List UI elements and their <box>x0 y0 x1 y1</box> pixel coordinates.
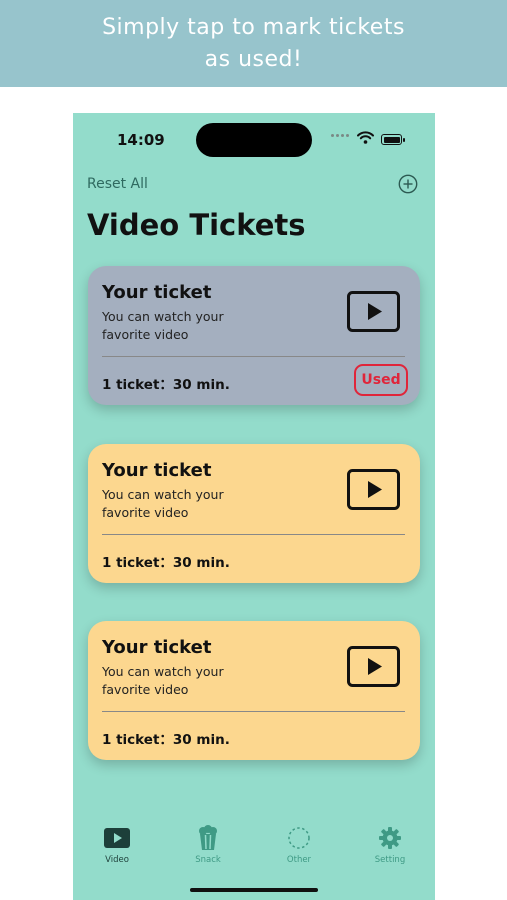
ticket-description: You can watch your favorite video <box>102 664 224 697</box>
ticket-info: 1 ticket：30 min. <box>102 732 230 748</box>
tab-snack[interactable]: Snack <box>173 825 243 865</box>
tab-label: Video <box>105 855 129 865</box>
dynamic-island <box>196 123 312 157</box>
banner-line-2: as used! <box>204 46 303 72</box>
video-icon <box>104 828 130 848</box>
signal-dots-icon <box>331 134 349 137</box>
ticket-title: Your ticket <box>102 637 212 658</box>
tab-label: Setting <box>374 855 406 865</box>
ticket-divider <box>102 356 405 357</box>
ticket-info: 1 ticket：30 min. <box>102 555 230 571</box>
ticket-title: Your ticket <box>102 460 212 481</box>
ticket-info: 1 ticket：30 min. <box>102 377 230 393</box>
ticket-description: You can watch your favorite video <box>102 309 224 342</box>
popcorn-icon <box>199 825 217 850</box>
home-indicator <box>190 888 318 892</box>
play-icon <box>347 291 400 332</box>
play-icon <box>347 646 400 687</box>
phone-screen: 14:09 Reset All Video Tickets Your ticke… <box>73 113 435 900</box>
gear-icon <box>379 827 401 849</box>
battery-icon <box>381 134 405 145</box>
ticket-divider <box>102 711 405 712</box>
tab-other[interactable]: Other <box>264 825 334 865</box>
add-ticket-icon[interactable] <box>398 174 418 194</box>
banner-line-1: Simply tap to mark tickets <box>102 14 405 40</box>
status-time: 14:09 <box>117 131 165 149</box>
tab-label: Snack <box>195 855 221 865</box>
ticket-description: You can watch your favorite video <box>102 487 224 520</box>
ticket-card[interactable]: Your ticket You can watch your favorite … <box>88 621 420 760</box>
dashed-circle-icon <box>288 827 310 849</box>
tab-setting[interactable]: Setting <box>355 825 425 865</box>
tab-bar: Video Snack Other Setting <box>73 825 435 875</box>
ticket-divider <box>102 534 405 535</box>
used-badge: Used <box>354 364 408 396</box>
ticket-card[interactable]: Your ticket You can watch your favorite … <box>88 266 420 405</box>
page-title: Video Tickets <box>87 208 306 242</box>
ticket-card[interactable]: Your ticket You can watch your favorite … <box>88 444 420 583</box>
tab-video[interactable]: Video <box>82 825 152 865</box>
tab-label: Other <box>286 855 312 865</box>
wifi-icon <box>357 131 374 144</box>
ticket-title: Your ticket <box>102 282 212 303</box>
play-icon <box>347 469 400 510</box>
reset-all-button[interactable]: Reset All <box>87 176 148 192</box>
promo-banner: Simply tap to mark tickets as used! <box>0 0 507 87</box>
